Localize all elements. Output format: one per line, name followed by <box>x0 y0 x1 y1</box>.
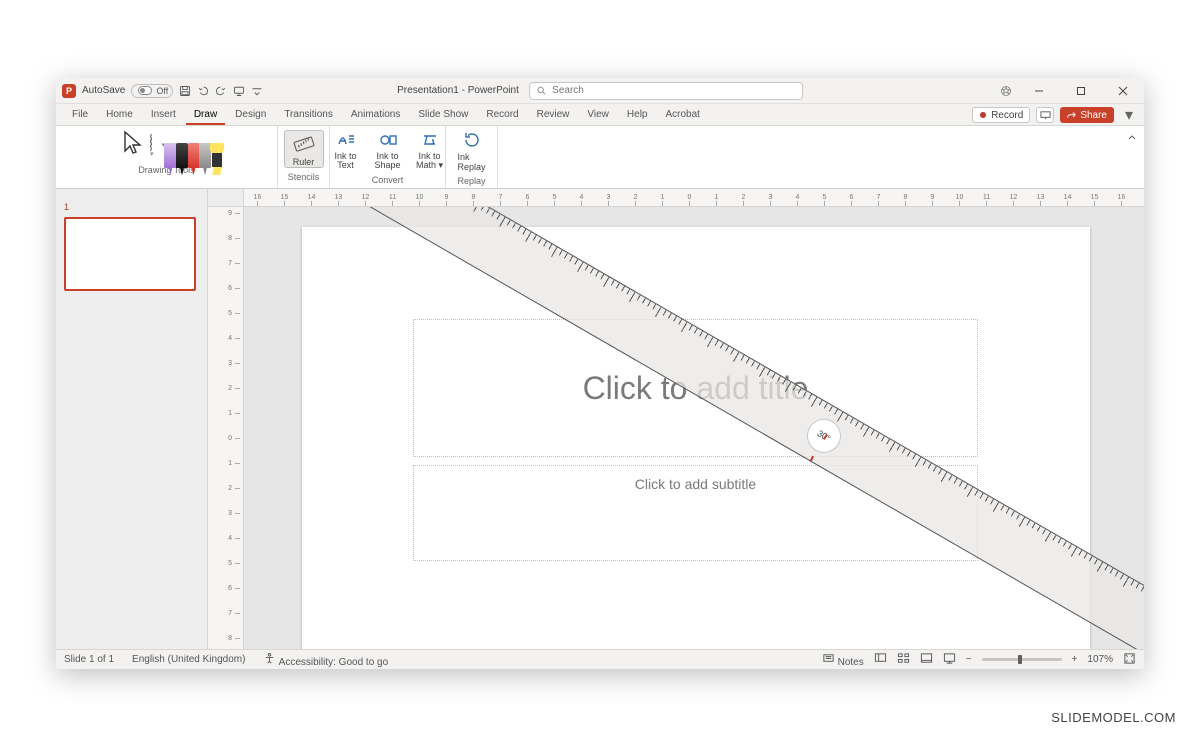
ink-to-math-icon <box>420 130 440 150</box>
collapse-ribbon-button[interactable] <box>1120 126 1144 188</box>
slide-sorter-view-button[interactable] <box>897 652 910 668</box>
ink-replay-button[interactable]: Ink Replay <box>452 130 492 172</box>
slideshow-view-button[interactable] <box>943 652 956 668</box>
search-box[interactable] <box>529 82 803 100</box>
start-slideshow-icon[interactable] <box>233 85 245 97</box>
group-label-replay: Replay <box>457 174 485 186</box>
tab-help[interactable]: Help <box>619 106 656 125</box>
qat-overflow-icon[interactable] <box>251 85 263 97</box>
tab-view[interactable]: View <box>579 106 617 125</box>
accessibility-status[interactable]: Accessibility: Good to go <box>263 652 388 668</box>
document-title: Presentation1 - PowerPoint <box>397 85 519 96</box>
ribbon-group-replay: Ink Replay Replay <box>446 126 498 188</box>
status-bar: Slide 1 of 1 English (United Kingdom) Ac… <box>56 649 1144 669</box>
zoom-out-button[interactable]: − <box>966 654 972 665</box>
fit-to-window-button[interactable] <box>1123 652 1136 668</box>
language-status[interactable]: English (United Kingdom) <box>132 654 245 665</box>
tab-review[interactable]: Review <box>529 106 578 125</box>
workspace: 1 16151413121110987654321012345678910111… <box>56 189 1144 649</box>
undo-icon[interactable] <box>197 85 209 97</box>
search-icon <box>536 85 546 96</box>
chevron-up-icon <box>1127 132 1137 142</box>
thumbnail-number: 1 <box>64 202 69 212</box>
ribbon-tabs: File Home Insert Draw Design Transitions… <box>56 104 1144 126</box>
redo-icon[interactable] <box>215 85 227 97</box>
ink-to-shape-icon <box>378 130 398 150</box>
tab-insert[interactable]: Insert <box>143 106 184 125</box>
minimize-button[interactable] <box>1024 78 1054 104</box>
ruler-icon <box>293 134 315 156</box>
record-dot-icon <box>979 111 987 119</box>
app-window: P AutoSave Off Presentation1 - P <box>56 78 1144 669</box>
watermark: SLIDEMODEL.COM <box>1051 710 1176 725</box>
autosave-label: AutoSave <box>82 85 125 96</box>
notes-button[interactable]: Notes <box>822 652 864 668</box>
search-input[interactable] <box>552 85 796 96</box>
tab-animations[interactable]: Animations <box>343 106 408 125</box>
vertical-ruler[interactable]: 9876543210123456789 <box>208 207 244 649</box>
horizontal-ruler[interactable]: 1615141312111098765432101234567891011121… <box>244 189 1144 207</box>
slide-thumbnail-1[interactable] <box>64 217 196 291</box>
share-button[interactable]: Share <box>1060 107 1114 123</box>
maximize-button[interactable] <box>1066 78 1096 104</box>
save-icon[interactable] <box>179 85 191 97</box>
editor-area: 1615141312111098765432101234567891011121… <box>208 189 1144 649</box>
tab-file[interactable]: File <box>64 106 96 125</box>
select-tool[interactable] <box>122 130 142 161</box>
replay-icon <box>462 130 482 150</box>
ribbon-group-drawing-tools: ▾ ▾ ▾ ▾ ▾ ▾ Drawing Tools <box>56 126 278 188</box>
share-icon <box>1067 111 1076 120</box>
ink-to-text-icon <box>336 130 356 150</box>
tab-acrobat[interactable]: Acrobat <box>657 106 707 125</box>
tab-slideshow[interactable]: Slide Show <box>410 106 476 125</box>
ribbon-group-convert: Ink to Text Ink to Shape Ink to Math ▾ C… <box>330 126 446 188</box>
title-bar: P AutoSave Off Presentation1 - P <box>56 78 1144 104</box>
tab-transitions[interactable]: Transitions <box>276 106 341 125</box>
tab-record[interactable]: Record <box>478 106 526 125</box>
group-label-convert: Convert <box>372 173 404 185</box>
tab-home[interactable]: Home <box>98 106 141 125</box>
accessibility-icon <box>263 652 276 665</box>
lasso-select-tool[interactable]: ▾ <box>150 134 154 158</box>
app-icon: P <box>62 84 76 98</box>
reading-view-button[interactable] <box>920 652 933 668</box>
normal-view-button[interactable] <box>874 652 887 668</box>
record-button[interactable]: Record <box>972 107 1030 123</box>
ink-to-math-button[interactable]: Ink to Math ▾ <box>413 130 447 171</box>
slide-canvas[interactable]: Click to add title Click to add subtitle… <box>244 207 1144 649</box>
pen-purple[interactable]: ▾ <box>161 143 165 149</box>
close-button[interactable] <box>1108 78 1138 104</box>
notes-icon <box>822 652 835 665</box>
ruler-stencil-button[interactable]: Ruler <box>284 130 324 168</box>
tab-draw[interactable]: Draw <box>186 106 225 125</box>
slide-thumbnail-panel[interactable]: 1 <box>56 189 208 649</box>
zoom-slider[interactable] <box>982 658 1062 661</box>
account-icon[interactable] <box>1000 85 1012 97</box>
present-mode-button[interactable] <box>1036 107 1054 123</box>
zoom-level[interactable]: 107% <box>1087 654 1113 665</box>
ribbon: ▾ ▾ ▾ ▾ ▾ ▾ Drawing Tools Ruler Stencils <box>56 126 1144 189</box>
ribbon-display-options[interactable]: ▾ <box>1120 107 1138 123</box>
group-label-stencils: Stencils <box>288 170 320 182</box>
slide-counter: Slide 1 of 1 <box>64 654 114 665</box>
tab-design[interactable]: Design <box>227 106 274 125</box>
autosave-toggle[interactable]: Off <box>131 84 173 98</box>
ink-to-shape-button[interactable]: Ink to Shape <box>371 130 405 171</box>
ink-to-text-button[interactable]: Ink to Text <box>329 130 363 171</box>
ribbon-group-stencils: Ruler Stencils <box>278 126 330 188</box>
slide[interactable]: Click to add title Click to add subtitle <box>302 227 1090 649</box>
zoom-in-button[interactable]: + <box>1072 654 1078 665</box>
